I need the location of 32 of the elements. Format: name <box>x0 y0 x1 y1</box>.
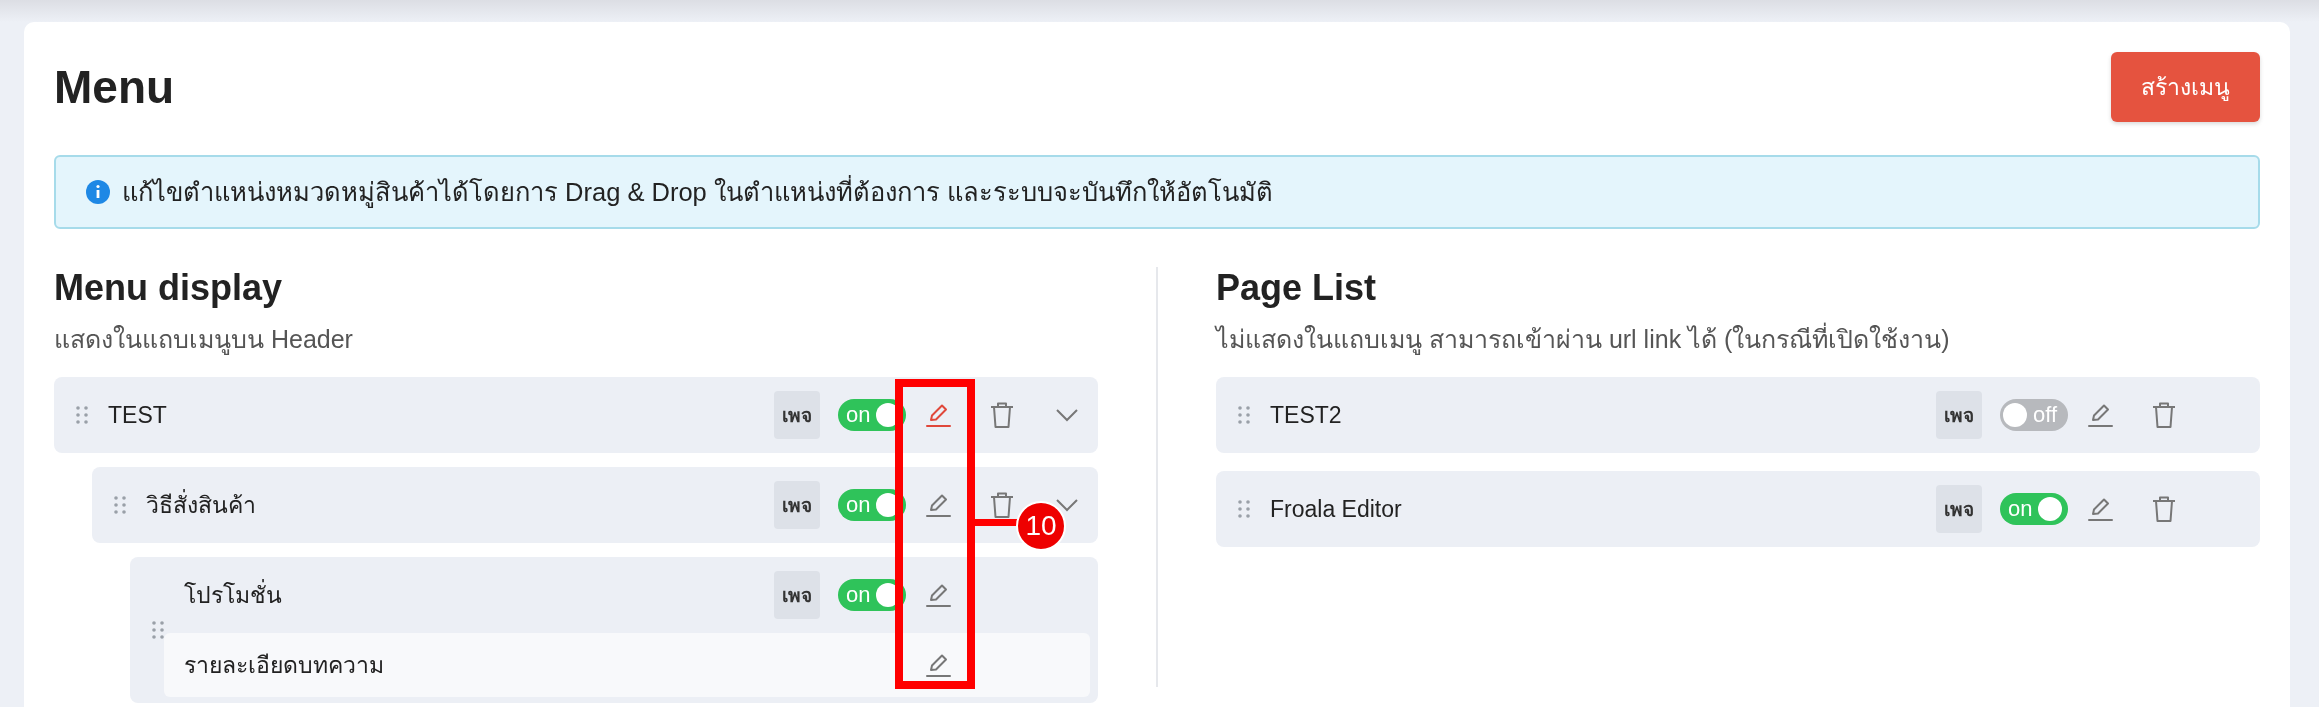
trash-icon <box>989 401 1015 429</box>
menu-item-label: Froala Editor <box>1269 495 1403 523</box>
section-subtitle: ไม่แสดงในแถบเมนู สามารถเข้าผ่าน url link ได้ (ในกรณีที่เปิดใช้งาน) <box>1216 319 2260 359</box>
toggle-switch[interactable]: on <box>2000 493 2068 525</box>
toggle-switch[interactable]: off <box>2000 399 2068 431</box>
menu-item-label: TEST <box>107 401 168 429</box>
menu-item-label: โปรโมชั่น <box>164 577 774 613</box>
type-tag: เพจ <box>774 481 820 529</box>
chevron-down-icon <box>1055 408 1079 422</box>
drag-handle-icon[interactable] <box>1238 499 1250 519</box>
trash-icon <box>2151 401 2177 429</box>
menu-item-label: TEST2 <box>1269 401 1343 429</box>
create-menu-button[interactable]: สร้างเมนู <box>2111 52 2260 122</box>
menu-item-label: วิธีสั่งสินค้า <box>126 487 774 523</box>
trash-icon <box>2151 495 2177 523</box>
drag-handle-icon[interactable] <box>76 405 88 425</box>
content-item-label: รายละเอียดบทความ <box>183 651 385 680</box>
drag-handle-icon[interactable] <box>152 620 164 640</box>
section-title: Menu display <box>54 267 284 309</box>
drag-handle-icon[interactable] <box>1238 405 1250 425</box>
page-title: Menu <box>54 60 175 114</box>
info-text: แก้ไขตำแหน่งหมวดหมู่สินค้าได้โดยการ Drag & Drop ในตำแหน่งที่ต้องการ และระบบจะบันทึกให้อัตโนมัติ <box>122 172 1273 212</box>
chevron-down-icon <box>1055 498 1079 512</box>
trash-icon <box>989 491 1015 519</box>
drag-handle-icon[interactable] <box>114 495 126 515</box>
type-tag: เพจ <box>1936 391 1982 439</box>
section-title: Page List <box>1216 267 1378 309</box>
type-tag: เพจ <box>774 571 820 619</box>
info-icon <box>86 180 110 204</box>
type-tag: เพจ <box>1936 485 1982 533</box>
section-subtitle: แสดงในแถบเมนูบน Header <box>54 324 354 357</box>
type-tag: เพจ <box>774 391 820 439</box>
